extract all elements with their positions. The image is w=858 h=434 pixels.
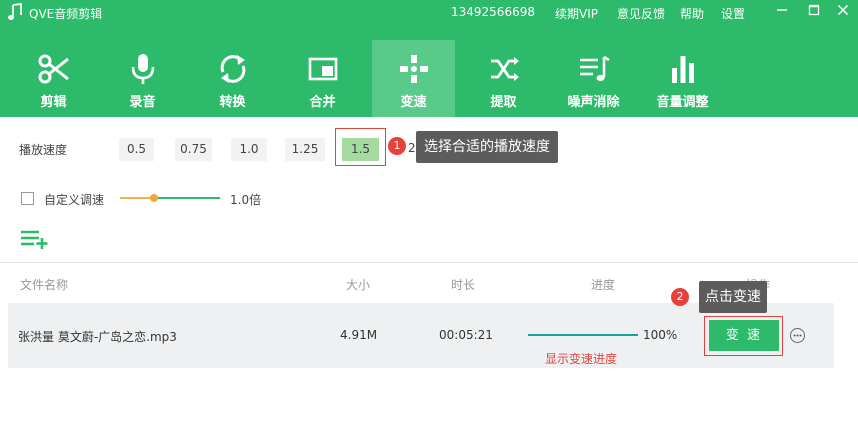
speed-option-1-25[interactable]: 1.25 <box>285 138 325 161</box>
maximize-button[interactable] <box>803 2 825 22</box>
speed-slider-handle[interactable] <box>150 194 158 202</box>
custom-speed-value: 1.0倍 <box>230 193 262 207</box>
speed-option-1-5[interactable]: 1.5 <box>342 138 379 161</box>
convert-icon <box>220 55 245 83</box>
progress-bar <box>528 334 638 336</box>
speed-icon <box>399 55 428 83</box>
tab-record[interactable]: 录音 <box>101 40 184 117</box>
tab-convert[interactable]: 转换 <box>191 40 274 117</box>
playback-speed-label: 播放速度 <box>19 143 68 157</box>
callout-badge-1: 1 <box>388 137 406 155</box>
ellipsis-icon <box>793 334 802 337</box>
custom-speed-label: 自定义调速 <box>44 193 105 207</box>
tab-record-label: 录音 <box>129 95 156 110</box>
header-file-name: 文件名称 <box>20 278 69 292</box>
close-icon <box>837 4 849 16</box>
renew-vip-link[interactable]: 续期VIP <box>555 5 598 22</box>
header-progress: 进度 <box>591 278 616 292</box>
tab-extract[interactable]: 提取 <box>462 40 545 117</box>
header-duration: 时长 <box>451 278 476 292</box>
file-size-cell: 4.91M <box>340 328 378 342</box>
tab-cut-label: 剪辑 <box>40 95 67 110</box>
feedback-link[interactable]: 意见反馈 <box>617 5 665 22</box>
tab-volume-label: 音量调整 <box>656 95 709 110</box>
header-size: 大小 <box>346 278 371 292</box>
tab-speed-label: 变速 <box>400 95 427 110</box>
settings-link[interactable]: 设置 <box>721 5 745 22</box>
speed-slider-track-filled[interactable] <box>120 197 154 199</box>
minimize-button[interactable] <box>771 2 793 22</box>
tab-merge-label: 合并 <box>309 95 336 110</box>
action-tooltip: 点击变速 <box>699 281 767 313</box>
add-list-icon[interactable] <box>21 229 49 249</box>
callout-badge-2: 2 <box>671 288 689 306</box>
tab-noise-reduction-label: 噪声消除 <box>567 95 620 110</box>
app-header: QVE音频剪辑 13492566698 续期VIP 意见反馈 帮助 设置 剪辑 <box>0 0 858 117</box>
speed-slider-track[interactable] <box>154 197 220 199</box>
change-speed-button[interactable]: 变 速 <box>709 320 779 351</box>
shuffle-icon <box>490 57 519 81</box>
file-name-cell: 张洪量 莫文蔚-广岛之恋.mp3 <box>18 330 177 344</box>
app-title: QVE音频剪辑 <box>29 7 103 21</box>
progress-annotation: 显示变速进度 <box>545 352 618 366</box>
merge-icon <box>308 57 337 81</box>
speed-option-0-5[interactable]: 0.5 <box>119 138 154 161</box>
more-options-icon[interactable] <box>790 328 805 343</box>
speed-tooltip: 选择合适的播放速度 <box>416 131 558 163</box>
title-bar: QVE音频剪辑 13492566698 续期VIP 意见反馈 帮助 设置 <box>0 0 858 26</box>
speed-option-0-75[interactable]: 0.75 <box>175 138 212 161</box>
progress-percent: 100% <box>643 328 678 342</box>
microphone-icon <box>131 54 154 84</box>
scissors-icon <box>38 54 69 84</box>
volume-bars-icon <box>671 56 694 83</box>
tab-extract-label: 提取 <box>490 95 517 110</box>
file-duration-cell: 00:05:21 <box>439 328 493 342</box>
tab-merge[interactable]: 合并 <box>281 40 364 117</box>
tab-cut[interactable]: 剪辑 <box>12 40 95 117</box>
tab-speed[interactable]: 变速 <box>372 40 455 117</box>
main-toolbar: 剪辑 录音 转换 合并 变速 提取 噪声消除 音量调整 <box>0 40 858 117</box>
music-note-icon <box>8 3 22 20</box>
progress-bar-fill <box>528 334 638 336</box>
help-link[interactable]: 帮助 <box>680 5 704 22</box>
minimize-icon <box>777 9 787 11</box>
custom-speed-checkbox[interactable] <box>21 192 34 205</box>
close-button[interactable] <box>832 2 854 22</box>
speed-option-2-partial[interactable]: 2 <box>408 141 416 155</box>
speed-option-1-0[interactable]: 1.0 <box>231 138 267 161</box>
maximize-icon <box>808 4 820 16</box>
section-divider <box>0 262 858 263</box>
account-phone: 13492566698 <box>451 5 535 19</box>
noise-reduction-icon <box>579 55 610 81</box>
tab-noise-reduction[interactable]: 噪声消除 <box>552 40 635 117</box>
tab-convert-label: 转换 <box>219 95 246 110</box>
tab-volume[interactable]: 音量调整 <box>641 40 724 117</box>
